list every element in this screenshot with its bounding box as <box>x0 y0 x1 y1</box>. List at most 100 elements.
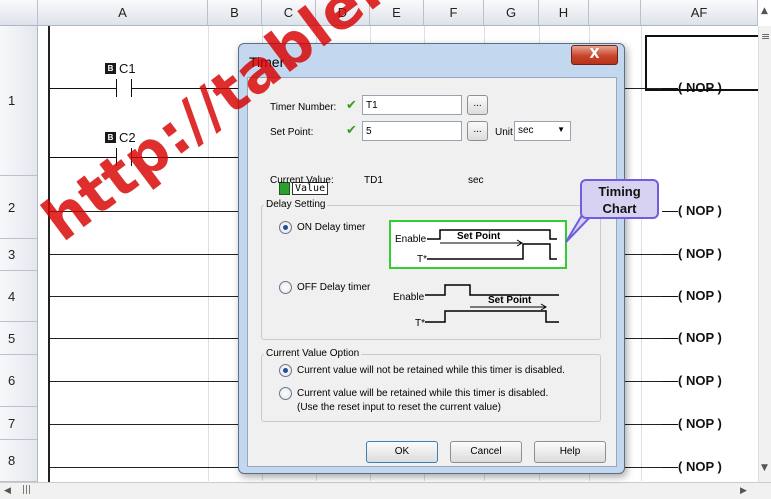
unit-label: Unit <box>495 127 513 138</box>
row-header-5[interactable]: 5 <box>0 322 38 355</box>
nop-coil[interactable]: ( NOP ) <box>662 330 742 345</box>
column-header-gap <box>589 0 641 26</box>
rung-line <box>625 467 665 468</box>
scroll-right-icon[interactable]: ▶ <box>740 486 747 496</box>
check-icon: ✔ <box>346 98 357 113</box>
scroll-grip-icon[interactable]: ||| <box>22 485 31 495</box>
timer-number-field[interactable]: T1 <box>362 95 462 115</box>
row-header-8[interactable]: 8 <box>0 440 38 482</box>
set-point-browse-button[interactable]: ... <box>467 121 488 141</box>
contact-c1-name: C1 <box>119 61 136 76</box>
contact-wire <box>131 88 239 89</box>
contact-c1-label[interactable]: B C1 <box>105 61 136 76</box>
contact-wire <box>50 88 116 89</box>
contact-c2-symbol[interactable] <box>116 148 117 166</box>
ok-button[interactable]: OK <box>366 441 438 463</box>
contact-wire <box>131 157 239 158</box>
off-delay-radio[interactable] <box>279 281 292 294</box>
rung-line <box>50 254 240 255</box>
column-header-g[interactable]: G <box>484 0 539 26</box>
current-value: TD1 <box>364 175 383 186</box>
rung-line <box>50 467 240 468</box>
row-header-7[interactable]: 7 <box>0 407 38 440</box>
row-header-1[interactable]: 1 <box>0 26 38 176</box>
column-header-a[interactable]: A <box>38 0 208 26</box>
retained-label[interactable]: Current value will be retained while thi… <box>297 388 548 399</box>
column-header-e[interactable]: E <box>370 0 424 26</box>
cancel-button[interactable]: Cancel <box>450 441 522 463</box>
callout-line-2: Chart <box>602 201 637 216</box>
not-retained-label[interactable]: Current value will not be retained while… <box>297 365 565 376</box>
scroll-down-icon[interactable]: ▼ <box>761 463 768 473</box>
current-value-label: Current Value: <box>270 175 334 186</box>
current-value-unit: sec <box>468 175 484 186</box>
column-header-f[interactable]: F <box>424 0 484 26</box>
column-header-d[interactable]: D <box>316 0 370 26</box>
column-header-h[interactable]: H <box>539 0 589 26</box>
contact-type-icon: B <box>105 63 116 74</box>
scroll-grip-icon[interactable]: ≡ <box>761 30 770 43</box>
set-point-field[interactable]: 5 <box>362 121 462 141</box>
rung-line <box>625 424 665 425</box>
scroll-up-icon[interactable]: ▲ <box>761 6 768 16</box>
close-button[interactable]: X <box>571 45 618 65</box>
column-header-b[interactable]: B <box>208 0 262 26</box>
dialog-body: Timer Number: ✔ T1 ... Set Point: ✔ 5 ..… <box>247 77 617 467</box>
contact-wire <box>50 157 116 158</box>
row-header-2[interactable]: 2 <box>0 176 38 239</box>
contact-c2-name: C2 <box>119 130 136 145</box>
rung-line <box>50 338 240 339</box>
column-header-af[interactable]: AF <box>641 0 758 26</box>
scroll-left-icon[interactable]: ◀ <box>4 486 11 496</box>
check-icon: ✔ <box>346 123 357 138</box>
selected-cell[interactable] <box>645 35 767 91</box>
timing-chart-callout: Timing Chart <box>580 179 659 219</box>
nop-coil[interactable]: ( NOP ) <box>662 459 742 474</box>
timer-number-label: Timer Number: <box>270 102 337 113</box>
rung-line <box>625 381 665 382</box>
dialog-title: Timer <box>249 54 285 70</box>
current-value-option-title: Current Value Option <box>264 348 362 359</box>
row-header-4[interactable]: 4 <box>0 271 38 322</box>
timer-dialog: Timer X Timer Number: ✔ T1 ... Set Point… <box>238 43 625 474</box>
rung-line <box>625 254 665 255</box>
unit-select[interactable]: sec ▼ <box>514 121 571 141</box>
chevron-down-icon[interactable]: ▼ <box>557 125 565 134</box>
rung-line <box>50 211 240 212</box>
set-point-label: Set Point: <box>270 127 314 138</box>
nop-coil[interactable]: ( NOP ) <box>662 416 742 431</box>
rung-line <box>625 338 665 339</box>
nop-coil[interactable]: ( NOP ) <box>662 203 742 218</box>
retained-radio[interactable] <box>279 387 292 400</box>
vertical-scrollbar[interactable]: ▲ ≡ ▼ <box>758 6 771 482</box>
row-header-3[interactable]: 3 <box>0 239 38 271</box>
on-delay-radio[interactable] <box>279 221 292 234</box>
row-header-6[interactable]: 6 <box>0 355 38 407</box>
off-delay-label[interactable]: OFF Delay timer <box>297 282 370 293</box>
rung-line <box>50 424 240 425</box>
on-delay-label[interactable]: ON Delay timer <box>297 222 365 233</box>
on-delay-timing-chart: Enable T* Set Point <box>389 220 567 269</box>
set-point-tag: Set Point <box>488 295 532 306</box>
nop-coil[interactable]: ( NOP ) <box>662 373 742 388</box>
rung-line <box>50 381 240 382</box>
nop-coil[interactable]: ( NOP ) <box>662 288 742 303</box>
off-delay-timing-chart: Enable T* Set Point <box>389 278 567 334</box>
off-delay-waveform <box>425 284 559 323</box>
contact-c1-symbol[interactable] <box>116 79 117 97</box>
unit-value: sec <box>518 125 534 136</box>
help-button[interactable]: Help <box>534 441 606 463</box>
timer-number-browse-button[interactable]: ... <box>467 95 488 115</box>
delay-setting-title: Delay Setting <box>264 199 328 210</box>
column-header-c[interactable]: C <box>262 0 316 26</box>
horizontal-scrollbar[interactable]: ◀ ||| ▶ <box>0 482 771 499</box>
not-retained-radio[interactable] <box>279 364 292 377</box>
contact-type-icon: B <box>105 132 116 143</box>
contact-c2-label[interactable]: B C2 <box>105 130 136 145</box>
set-point-tag: Set Point <box>457 231 501 242</box>
callout-line-1: Timing <box>598 184 641 199</box>
nop-coil[interactable]: ( NOP ) <box>662 246 742 261</box>
corner-cell[interactable] <box>0 0 38 26</box>
rung-line <box>625 296 665 297</box>
retained-note: (Use the reset input to reset the curren… <box>297 402 501 413</box>
